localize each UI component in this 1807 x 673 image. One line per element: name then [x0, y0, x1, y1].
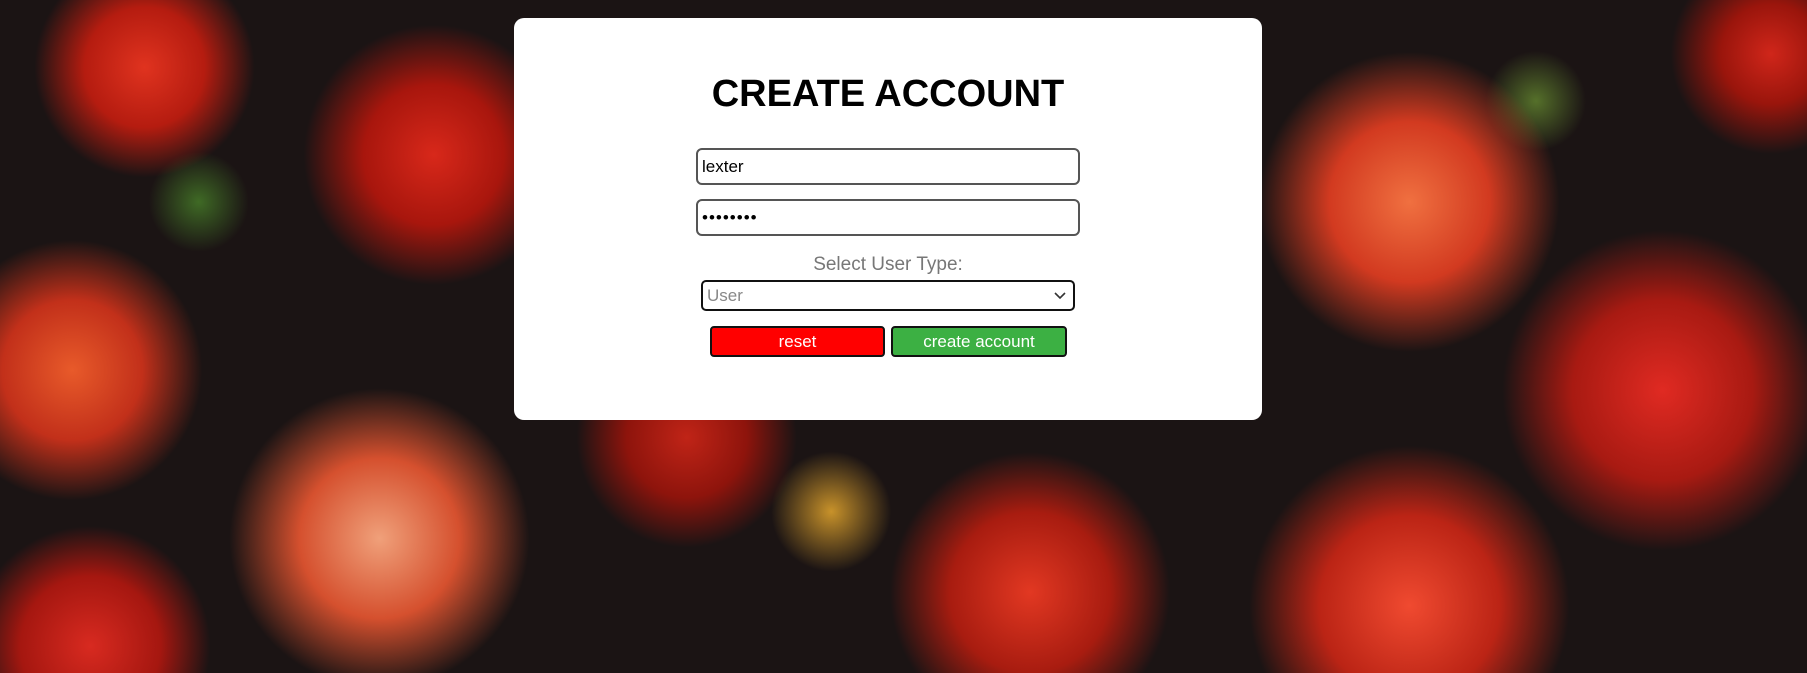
username-input[interactable]: [696, 148, 1080, 185]
password-input[interactable]: [696, 199, 1080, 236]
user-type-select[interactable]: User: [701, 280, 1075, 311]
user-type-label: Select User Type:: [813, 254, 963, 275]
page-title: CREATE ACCOUNT: [711, 73, 1065, 115]
user-type-selected-value: User: [707, 286, 743, 305]
chevron-down-icon: [1053, 282, 1067, 309]
reset-button[interactable]: reset: [710, 326, 885, 357]
create-account-button[interactable]: create account: [891, 326, 1067, 357]
create-account-card: CREATE ACCOUNT Select User Type: User re…: [514, 18, 1262, 420]
